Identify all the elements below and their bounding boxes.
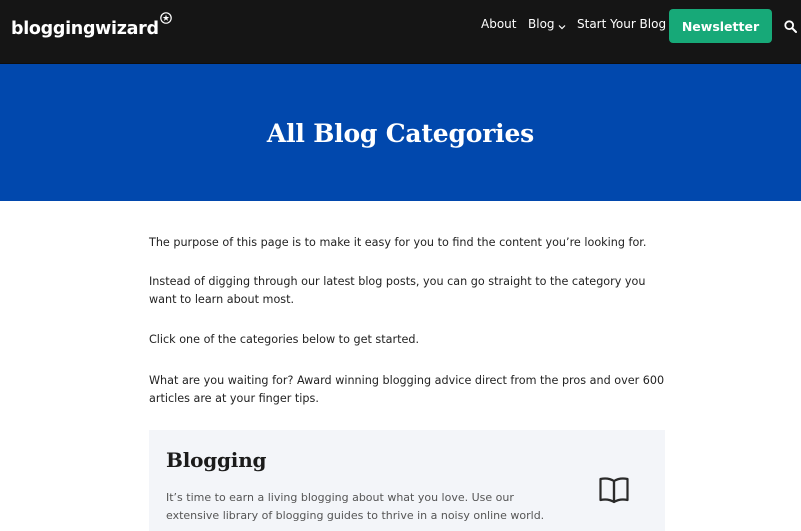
newsletter-button[interactable]: Newsletter: [669, 9, 772, 43]
intro-paragraph: Instead of digging through our latest bl…: [149, 275, 646, 306]
category-card-blogging[interactable]: Blogging It’s time to earn a living blog…: [149, 430, 665, 531]
site-logo[interactable]: bloggingwizard: [11, 12, 172, 43]
intro-paragraph: Click one of the categories below to get…: [149, 333, 419, 346]
nav-blog-label: Blog: [528, 17, 555, 31]
category-description: It’s time to earn a living blogging abou…: [166, 491, 545, 522]
logo-text: bloggingwizard: [11, 19, 159, 39]
chevron-down-icon: [558, 20, 566, 30]
page-title: All Blog Categories: [266, 119, 535, 148]
book-icon: [598, 475, 630, 505]
logo-star-icon: [159, 12, 172, 24]
category-title: Blogging: [166, 448, 267, 472]
nav-link-about[interactable]: About: [481, 17, 516, 31]
top-navigation-bar: bloggingwizard About Blog Start Your Blo…: [0, 0, 801, 64]
nav-link-blog[interactable]: Blog: [528, 17, 566, 31]
nav-link-start-your-blog[interactable]: Start Your Blog: [577, 17, 666, 31]
intro-paragraph: The purpose of this page is to make it e…: [149, 236, 647, 249]
search-icon[interactable]: [784, 18, 797, 33]
hero-banner: All Blog Categories: [0, 64, 801, 201]
intro-paragraph: What are you waiting for? Award winning …: [149, 374, 665, 405]
